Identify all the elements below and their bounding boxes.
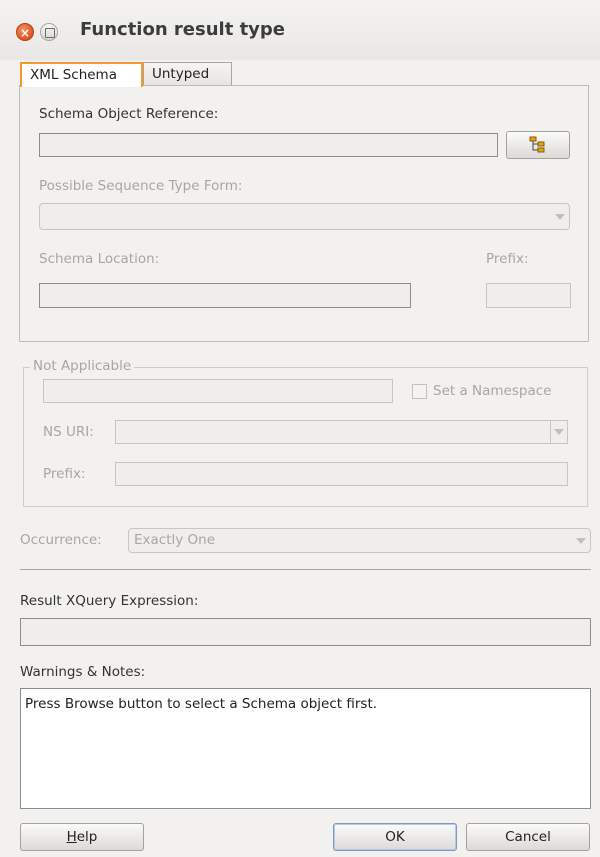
title-bar: × Function result type [0, 0, 600, 60]
namespace-group-legend: Not Applicable [30, 358, 135, 374]
dialog-title: Function result type [80, 19, 286, 40]
result-expression-field[interactable] [20, 618, 591, 646]
close-window-button[interactable]: × [16, 23, 34, 41]
warnings-notes-label: Warnings & Notes: [20, 664, 146, 680]
schema-object-reference-input[interactable] [39, 133, 498, 157]
schema-location-label: Schema Location: [39, 251, 160, 267]
sequence-type-select[interactable] [39, 203, 570, 230]
schema-object-reference-label: Schema Object Reference: [39, 106, 219, 122]
result-expression-label: Result XQuery Expression: [20, 593, 199, 609]
schema-prefix-input[interactable] [486, 283, 571, 308]
help-mnemonic: H [66, 829, 77, 845]
namespace-input[interactable] [43, 379, 393, 403]
ns-prefix-label: Prefix: [43, 466, 86, 482]
schema-prefix-label: Prefix: [486, 251, 529, 267]
cancel-button[interactable]: Cancel [466, 823, 590, 851]
chevron-down-icon [554, 429, 564, 435]
tree-structure-icon [529, 136, 545, 153]
ns-uri-label: NS URI: [43, 424, 94, 440]
separator [20, 569, 591, 570]
occurrence-label: Occurrence: [20, 532, 102, 548]
ns-uri-select[interactable] [115, 420, 568, 444]
ok-button[interactable]: OK [333, 823, 457, 851]
schema-location-input[interactable] [39, 283, 411, 308]
tab-untyped[interactable]: Untyped [143, 62, 232, 86]
help-button[interactable]: Help [20, 823, 144, 851]
ns-uri-dropdown-button[interactable] [550, 421, 567, 443]
help-label: elp [76, 829, 98, 845]
sequence-type-label: Possible Sequence Type Form: [39, 178, 243, 194]
chevron-down-icon [555, 214, 565, 220]
ns-prefix-input[interactable] [115, 462, 568, 486]
maximize-window-button[interactable] [40, 23, 58, 41]
chevron-down-icon [576, 538, 586, 544]
tab-xml-schema[interactable]: XML Schema [20, 62, 143, 87]
set-namespace-label: Set a Namespace [433, 383, 552, 399]
occurrence-select[interactable]: Exactly One [128, 528, 591, 553]
browse-schema-button[interactable] [506, 131, 570, 159]
occurrence-value: Exactly One [134, 532, 216, 548]
set-namespace-checkbox[interactable] [412, 384, 427, 399]
warnings-notes-textarea[interactable]: Press Browse button to select a Schema o… [20, 688, 591, 809]
